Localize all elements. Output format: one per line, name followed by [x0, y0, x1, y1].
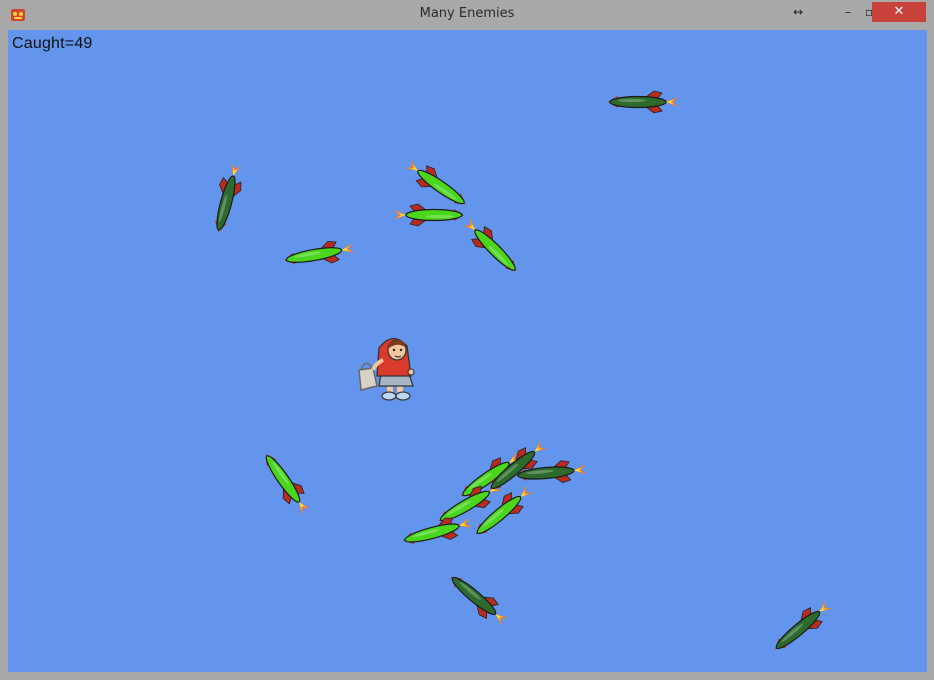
close-button[interactable]: ✕ [872, 2, 926, 22]
rocket-enemy [490, 440, 547, 490]
app-window: Many Enemies ↔ – ▫ ✕ Caught=49 [0, 0, 934, 680]
rocket-enemy [608, 90, 678, 114]
red-riding-hood-player[interactable] [353, 328, 423, 406]
rocket-enemy [463, 218, 517, 272]
double-arrow-icon[interactable]: ↔ [788, 2, 808, 22]
rocket-enemy [451, 576, 508, 626]
minimize-icon[interactable]: – [838, 2, 858, 22]
rocket-enemy [775, 600, 832, 650]
title-bar[interactable]: Many Enemies ↔ – ▫ ✕ [0, 0, 934, 30]
rocket-enemy [265, 454, 311, 515]
rocket-enemy [284, 240, 355, 265]
close-icon: ✕ [893, 4, 905, 19]
game-canvas[interactable]: Caught=49 [8, 30, 927, 672]
score-label: Caught=49 [12, 35, 93, 52]
rocket-enemy [215, 163, 242, 232]
